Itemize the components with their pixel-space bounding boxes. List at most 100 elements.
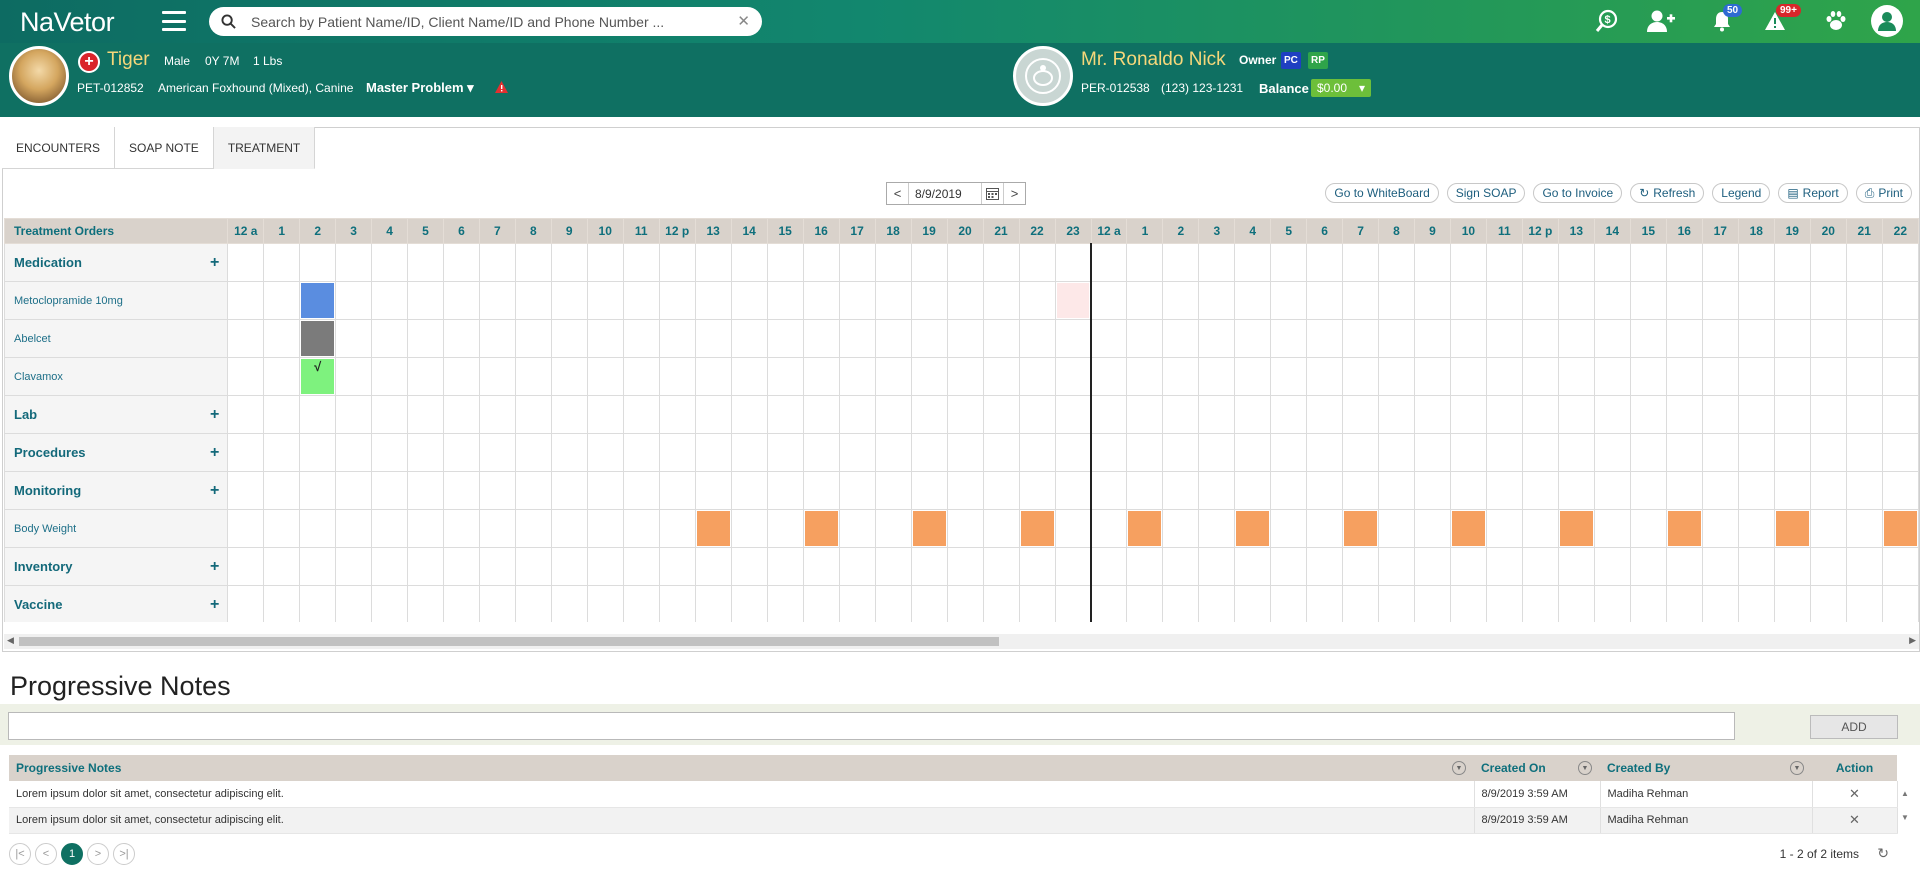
time-slot-cell[interactable] [838,243,876,282]
time-slot-cell[interactable] [1234,547,1272,586]
time-slot-cell[interactable] [1485,547,1523,586]
time-slot-cell[interactable] [263,433,301,472]
time-slot-cell[interactable] [550,395,588,434]
time-slot-cell[interactable] [407,585,444,622]
order-row-label[interactable]: Body Weight [4,509,229,548]
time-slot-cell[interactable] [1881,357,1919,396]
time-slot-cell[interactable] [1881,243,1919,282]
time-slot-cell[interactable] [874,357,912,396]
time-slot-cell[interactable] [1090,243,1128,282]
time-slot-cell[interactable] [299,547,337,586]
pc-badge[interactable]: PC [1281,52,1301,69]
time-slot-cell[interactable] [407,281,444,320]
time-slot-cell[interactable] [1881,281,1919,320]
time-slot-cell[interactable] [1845,433,1883,472]
time-slot-cell[interactable] [802,319,840,358]
warning-icon[interactable] [494,80,509,94]
time-slot-cell[interactable] [407,395,444,434]
time-slot-cell[interactable] [694,357,732,396]
time-slot-cell[interactable] [1449,585,1487,622]
time-slot-cell[interactable] [766,433,804,472]
time-slot-cell[interactable] [1413,433,1451,472]
time-slot-cell[interactable] [335,433,373,472]
time-slot-cell[interactable] [1629,243,1667,282]
time-slot-cell[interactable] [550,471,588,510]
time-slot-cell[interactable] [1737,281,1775,320]
time-slot-cell[interactable] [1342,509,1380,548]
date-input[interactable]: 8/9/2019 [909,183,981,204]
table-row[interactable]: Lorem ipsum dolor sit amet, consectetur … [9,781,1898,808]
time-slot-cell[interactable] [1126,433,1164,472]
time-slot-cell[interactable] [1378,357,1415,396]
col-header-created-by[interactable]: Created By ▼ [1600,755,1812,781]
time-slot-cell[interactable] [1378,471,1415,510]
time-slot-cell[interactable] [910,281,948,320]
time-slot-cell[interactable]: √ [299,357,337,396]
time-slot-cell[interactable] [514,433,552,472]
time-slot-cell[interactable] [1270,357,1308,396]
time-slot-cell[interactable] [1521,471,1559,510]
time-slot-cell[interactable] [802,281,840,320]
go-to-invoice-button[interactable]: Go to Invoice [1533,183,1623,203]
time-slot-cell[interactable] [1054,281,1092,320]
time-slot-cell[interactable] [514,395,552,434]
time-slot-cell[interactable] [1018,281,1056,320]
time-slot-cell[interactable] [658,433,696,472]
time-slot-cell[interactable] [550,243,588,282]
time-slot-cell[interactable] [371,471,409,510]
time-slot-cell[interactable] [1378,585,1415,622]
time-slot-cell[interactable] [1126,357,1164,396]
time-slot-cell[interactable] [299,471,337,510]
time-slot-cell[interactable] [335,471,373,510]
time-slot-cell[interactable] [1449,509,1487,548]
time-slot-cell[interactable] [1845,357,1883,396]
time-slot-cell[interactable] [1629,357,1667,396]
time-slot-cell[interactable] [442,357,480,396]
time-slot-cell[interactable] [1629,281,1667,320]
time-slot-cell[interactable] [1449,547,1487,586]
monitor-treatment-marker[interactable] [1667,511,1701,546]
time-slot-cell[interactable] [1378,281,1415,320]
time-slot-cell[interactable] [946,243,984,282]
time-slot-cell[interactable] [1306,243,1344,282]
time-slot-cell[interactable] [299,433,337,472]
time-slot-cell[interactable] [1018,395,1056,434]
time-slot-cell[interactable] [299,281,337,320]
time-slot-cell[interactable] [586,509,624,548]
time-slot-cell[interactable] [982,585,1020,622]
time-slot-cell[interactable] [478,585,516,622]
time-slot-cell[interactable] [1378,547,1415,586]
time-slot-cell[interactable] [1557,433,1595,472]
time-slot-cell[interactable] [1521,243,1559,282]
time-slot-cell[interactable] [1090,281,1128,320]
time-slot-cell[interactable] [478,281,516,320]
time-slot-cell[interactable] [1809,547,1847,586]
time-slot-cell[interactable] [1198,585,1236,622]
time-slot-cell[interactable] [263,509,301,548]
dollar-search-icon[interactable]: $ [1592,6,1622,36]
time-slot-cell[interactable] [1162,395,1200,434]
time-slot-cell[interactable] [1270,281,1308,320]
time-slot-cell[interactable] [910,319,948,358]
time-slot-cell[interactable] [730,319,768,358]
time-slot-cell[interactable] [586,243,624,282]
owner-name[interactable]: Mr. Ronaldo Nick [1081,49,1226,71]
next-page-button[interactable]: > [87,843,109,865]
time-slot-cell[interactable] [874,547,912,586]
time-slot-cell[interactable] [1665,509,1703,548]
time-slot-cell[interactable] [1665,471,1703,510]
time-slot-cell[interactable] [442,585,480,622]
time-slot-cell[interactable] [335,509,373,548]
time-slot-cell[interactable] [1449,471,1487,510]
time-slot-cell[interactable] [1557,243,1595,282]
time-slot-cell[interactable] [1306,547,1344,586]
time-slot-cell[interactable] [1378,509,1415,548]
time-slot-cell[interactable] [586,433,624,472]
time-slot-cell[interactable] [802,395,840,434]
time-slot-cell[interactable] [1306,471,1344,510]
order-row-label[interactable]: Abelcet [4,319,229,358]
time-slot-cell[interactable] [1737,547,1775,586]
time-slot-cell[interactable] [1521,357,1559,396]
time-slot-cell[interactable] [263,243,301,282]
category-row-label[interactable]: Monitoring + [4,471,229,510]
